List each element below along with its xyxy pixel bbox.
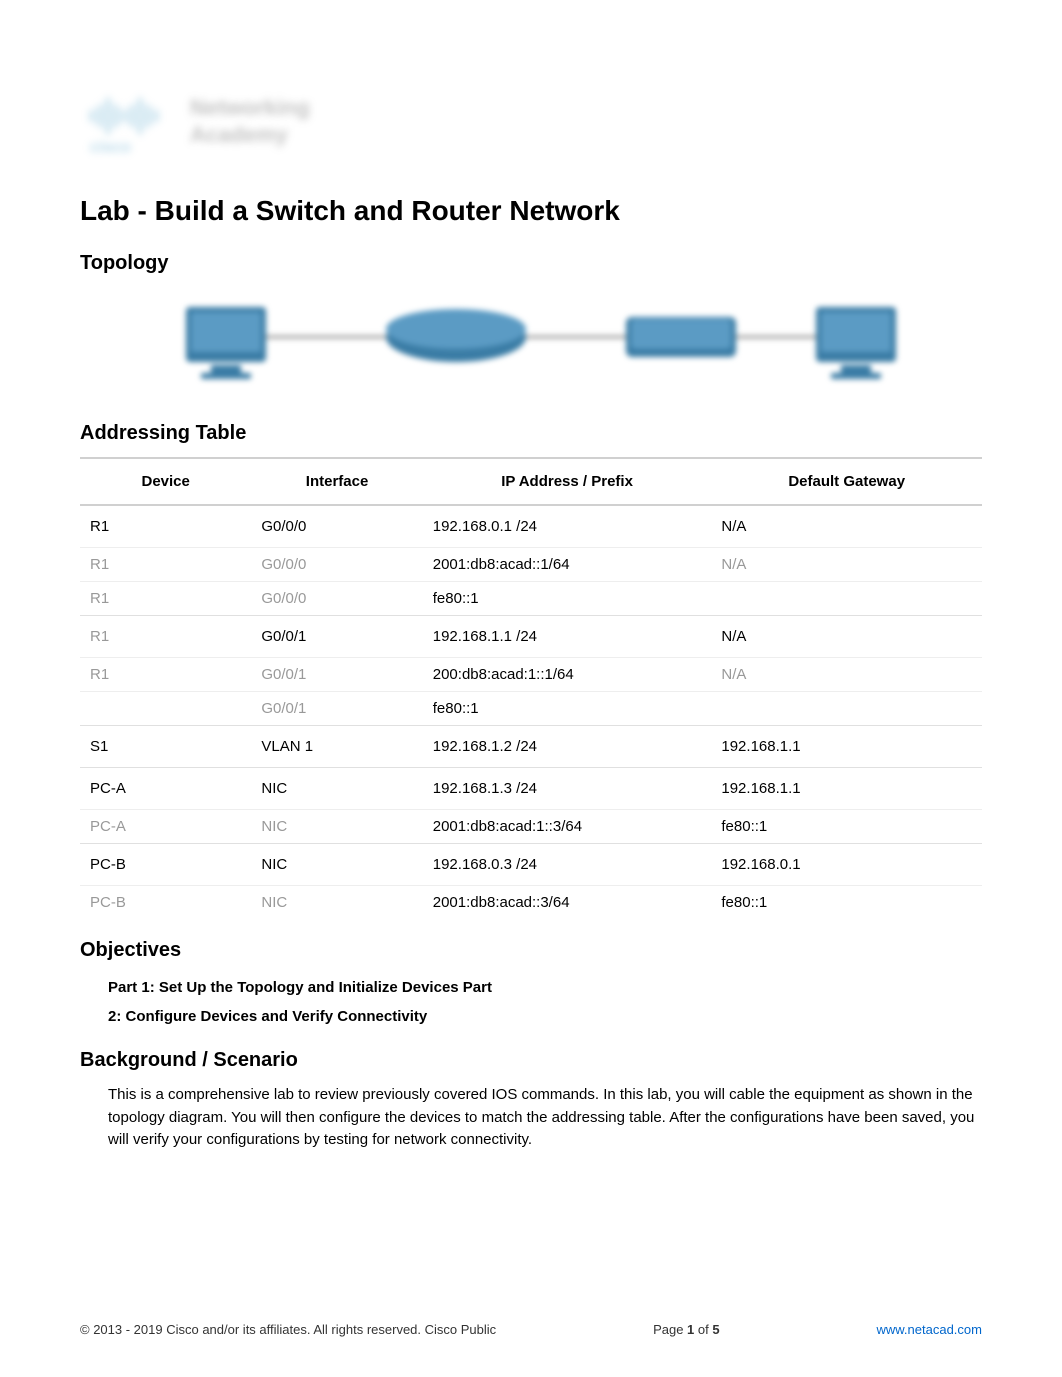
table-row: R1 G0/0/0 2001:db8:acad::1/64 N/A [80, 548, 982, 582]
cisco-logo: cisco Networking Academy [80, 80, 982, 165]
cell-interface-continued: G0/0/0 [251, 548, 422, 582]
table-row: PC-B NIC 2001:db8:acad::3/64 fe80::1 [80, 886, 982, 920]
cell-gateway [711, 582, 982, 616]
cell-interface-continued: G0/0/1 [251, 658, 422, 692]
cell-gateway [711, 692, 982, 726]
cell-device [80, 692, 251, 726]
table-header-row: Device Interface IP Address / Prefix Def… [80, 458, 982, 505]
page-label: Page [653, 1322, 687, 1337]
cell-device-continued: R1 [80, 658, 251, 692]
cell-device-continued: R1 [80, 582, 251, 616]
cell-gateway-continued: N/A [711, 548, 982, 582]
objective-part2: 2: Configure Devices and Verify Connecti… [108, 1003, 982, 1032]
cell-gateway: 192.168.1.1 [711, 726, 982, 768]
footer-url[interactable]: www.netacad.com [876, 1322, 982, 1337]
page-total: 5 [712, 1322, 719, 1337]
addressing-table-heading: Addressing Table [80, 422, 982, 445]
cell-ip: 2001:db8:acad:1::3/64 [423, 810, 712, 844]
table-row: PC-B NIC 192.168.0.3 /24 192.168.0.1 [80, 844, 982, 886]
header-interface: Interface [251, 458, 422, 505]
cell-ip: fe80::1 [423, 582, 712, 616]
page-title: Lab - Build a Switch and Router Network [80, 195, 982, 227]
cell-ip: 2001:db8:acad::3/64 [423, 886, 712, 920]
header-gateway: Default Gateway [711, 458, 982, 505]
copyright-symbol: © [80, 1322, 90, 1337]
background-heading: Background / Scenario [80, 1049, 982, 1072]
cell-interface: VLAN 1 [251, 726, 422, 768]
cell-device-continued: R1 [80, 548, 251, 582]
svg-text:cisco: cisco [90, 139, 131, 156]
cell-ip: 192.168.1.3 /24 [423, 768, 712, 810]
cell-ip: 192.168.1.2 /24 [423, 726, 712, 768]
cell-device-continued: PC-B [80, 886, 251, 920]
cell-device: PC-B [80, 844, 251, 886]
objectives-list: Part 1: Set Up the Topology and Initiali… [108, 974, 982, 1031]
table-row: G0/0/1 fe80::1 [80, 692, 982, 726]
topology-heading: Topology [80, 252, 982, 275]
svg-text:Academy: Academy [190, 122, 289, 147]
cell-gateway: fe80::1 [711, 810, 982, 844]
cell-ip: 2001:db8:acad::1/64 [423, 548, 712, 582]
header-ip: IP Address / Prefix [423, 458, 712, 505]
objectives-heading: Objectives [80, 939, 982, 962]
cell-gateway: fe80::1 [711, 886, 982, 920]
cell-gateway: 192.168.0.1 [711, 844, 982, 886]
page-sep: of [694, 1322, 712, 1337]
cell-ip: 200:db8:acad:1::1/64 [423, 658, 712, 692]
cell-device-continued: PC-A [80, 810, 251, 844]
cell-ip: fe80::1 [423, 692, 712, 726]
cell-device-continued: R1 [80, 616, 251, 658]
cell-ip: 192.168.0.3 /24 [423, 844, 712, 886]
table-row: R1 G0/0/1 200:db8:acad:1::1/64 N/A [80, 658, 982, 692]
topology-diagram [80, 287, 982, 397]
footer-copyright: © 2013 - 2019 Cisco and/or its affiliate… [80, 1322, 496, 1337]
cell-gateway-continued: N/A [711, 658, 982, 692]
cell-gateway: N/A [711, 505, 982, 548]
copyright-text: 2013 - 2019 Cisco and/or its affiliates.… [90, 1322, 497, 1337]
table-row: R1 G0/0/0 192.168.0.1 /24 N/A [80, 505, 982, 548]
cell-interface-continued: NIC [251, 886, 422, 920]
cell-device: R1 [80, 505, 251, 548]
objective-part1: Part 1: Set Up the Topology and Initiali… [108, 974, 982, 1003]
svg-text:Networking: Networking [190, 95, 310, 120]
table-row: S1 VLAN 1 192.168.1.2 /24 192.168.1.1 [80, 726, 982, 768]
cell-ip: 192.168.1.1 /24 [423, 616, 712, 658]
cell-interface: NIC [251, 844, 422, 886]
table-row: R1 G0/0/0 fe80::1 [80, 582, 982, 616]
cell-device: S1 [80, 726, 251, 768]
cell-interface: G0/0/0 [251, 505, 422, 548]
cell-ip: 192.168.0.1 /24 [423, 505, 712, 548]
cell-device: PC-A [80, 768, 251, 810]
cell-interface-continued: NIC [251, 810, 422, 844]
cell-gateway: 192.168.1.1 [711, 768, 982, 810]
table-row: R1 G0/0/1 192.168.1.1 /24 N/A [80, 616, 982, 658]
cell-gateway: N/A [711, 616, 982, 658]
footer-page-number: Page 1 of 5 [653, 1322, 720, 1337]
scenario-paragraph: This is a comprehensive lab to review pr… [108, 1084, 982, 1152]
addressing-table: Device Interface IP Address / Prefix Def… [80, 457, 982, 919]
header-device: Device [80, 458, 251, 505]
table-row: PC-A NIC 192.168.1.3 /24 192.168.1.1 [80, 768, 982, 810]
cell-interface-continued: G0/0/1 [251, 692, 422, 726]
table-row: PC-A NIC 2001:db8:acad:1::3/64 fe80::1 [80, 810, 982, 844]
page-footer: © 2013 - 2019 Cisco and/or its affiliate… [80, 1322, 982, 1337]
cell-interface: G0/0/1 [251, 616, 422, 658]
cell-interface-continued: G0/0/0 [251, 582, 422, 616]
cell-interface: NIC [251, 768, 422, 810]
